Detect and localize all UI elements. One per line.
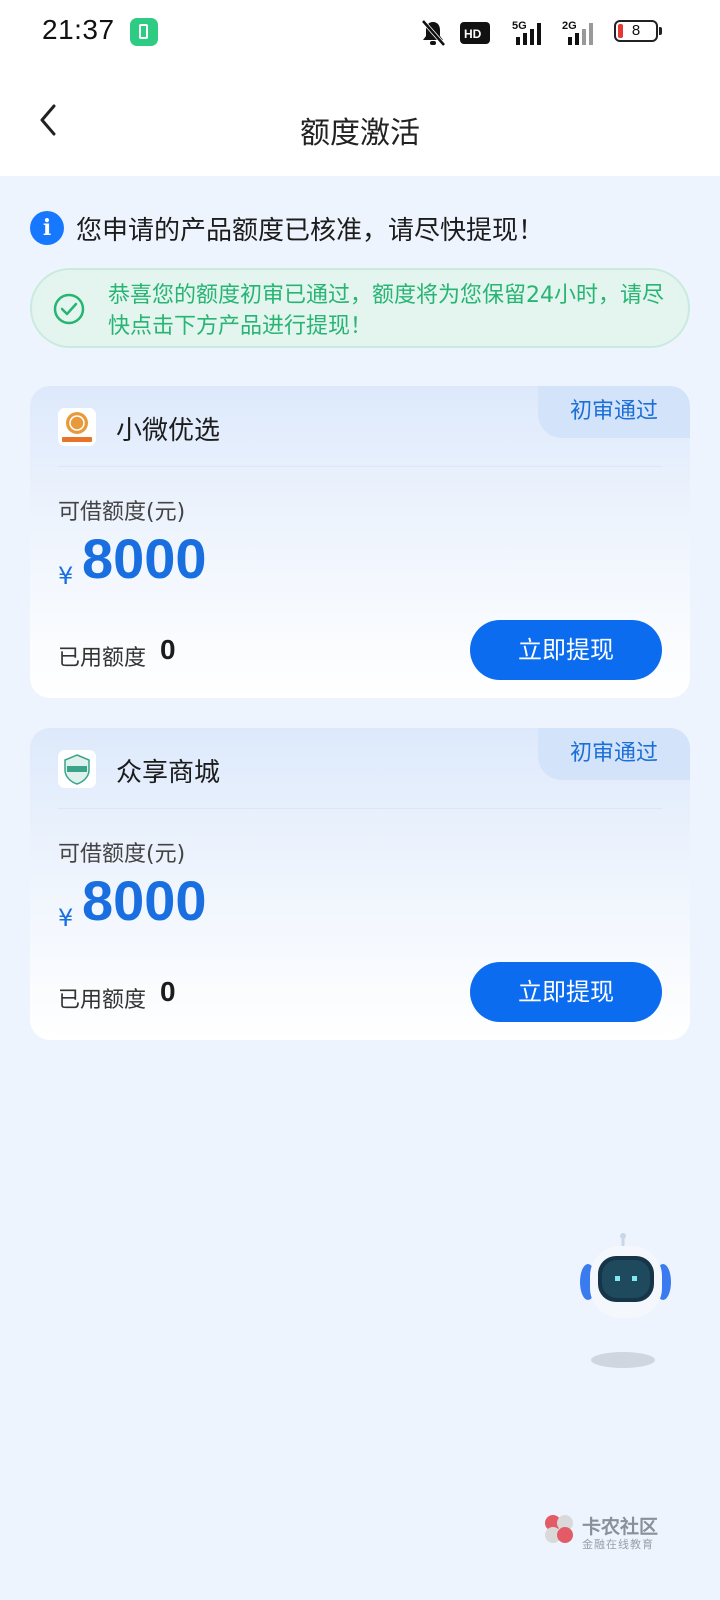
product-card: 初审通过 众享商城 可借额度(元) ¥ 8000 已用额度 0 立即提现 bbox=[30, 728, 690, 1040]
page-title: 额度激活 bbox=[300, 116, 420, 151]
watermark-title: 卡农社区 bbox=[582, 1516, 659, 1538]
withdraw-button[interactable]: 立即提现 bbox=[470, 962, 662, 1022]
status-icons: HD 5G 2G bbox=[420, 18, 598, 48]
product-logo bbox=[58, 408, 96, 446]
withdraw-button[interactable]: 立即提现 bbox=[470, 620, 662, 680]
used-value: 0 bbox=[160, 634, 176, 665]
watermark: 卡农社区 金融在线教育 bbox=[542, 1512, 682, 1552]
product-card: 初审通过 小微优选 可借额度(元) ¥ 8000 已用额度 0 立即提现 bbox=[30, 386, 690, 698]
currency-symbol: ¥ bbox=[58, 562, 74, 590]
mute-icon bbox=[421, 19, 446, 47]
success-banner: 恭喜您的额度初审已通过，额度将为您保留24小时，请尽快点击下方产品进行提现！ bbox=[30, 268, 690, 348]
available-label: 可借额度(元) bbox=[58, 500, 186, 525]
status-badge: 初审通过 bbox=[538, 386, 690, 438]
battery-level: 8 bbox=[631, 22, 641, 39]
info-icon: i bbox=[30, 211, 64, 245]
watermark-subtitle: 金融在线教育 bbox=[582, 1538, 654, 1551]
divider bbox=[58, 808, 662, 809]
product-name: 小微优选 bbox=[116, 416, 221, 446]
success-text: 恭喜您的额度初审已通过，额度将为您保留24小时，请尽快点击下方产品进行提现！ bbox=[108, 283, 664, 339]
svg-text:HD: HD bbox=[464, 27, 482, 41]
product-logo bbox=[58, 750, 96, 788]
robot-icon bbox=[580, 1233, 671, 1368]
credit-amount: 8000 bbox=[82, 527, 207, 590]
check-circle-icon bbox=[53, 293, 85, 325]
currency-symbol: ¥ bbox=[58, 904, 74, 932]
status-bar: 21:37 HD 5G 2G 8 bbox=[0, 0, 720, 64]
svg-text:5G: 5G bbox=[512, 20, 527, 32]
product-name: 众享商城 bbox=[116, 758, 221, 788]
available-label: 可借额度(元) bbox=[58, 842, 186, 867]
signal-2g-icon: 2G bbox=[562, 20, 593, 45]
used-label: 已用额度 bbox=[58, 646, 147, 671]
used-value: 0 bbox=[160, 976, 176, 1007]
svg-text:2G: 2G bbox=[562, 20, 577, 32]
status-time: 21:37 bbox=[42, 14, 115, 45]
charging-icon bbox=[130, 18, 158, 46]
credit-amount: 8000 bbox=[82, 869, 207, 932]
robot-assistant-button[interactable] bbox=[578, 1232, 688, 1372]
signal-5g-icon: 5G bbox=[512, 20, 541, 45]
hd-icon: HD bbox=[460, 22, 490, 44]
nav-header: 额度激活 bbox=[0, 64, 720, 176]
used-label: 已用额度 bbox=[58, 988, 147, 1013]
notice-text: 您申请的产品额度已核准，请尽快提现！ bbox=[76, 215, 545, 246]
battery-icon: 8 bbox=[614, 20, 662, 42]
status-badge: 初审通过 bbox=[538, 728, 690, 780]
watermark-logo-icon bbox=[545, 1515, 573, 1543]
approval-notice: i 您申请的产品额度已核准，请尽快提现！ bbox=[30, 208, 544, 248]
divider bbox=[58, 466, 662, 467]
